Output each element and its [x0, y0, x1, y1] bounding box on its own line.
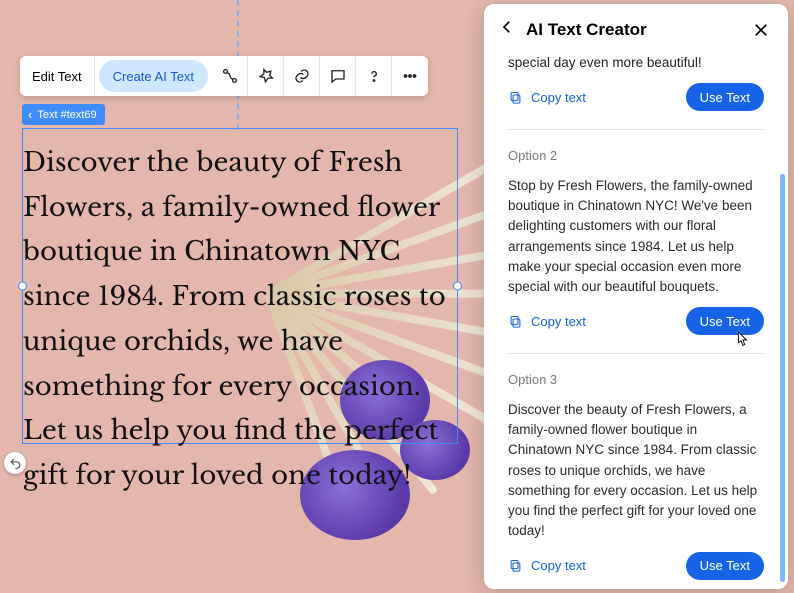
more-icon[interactable] — [392, 56, 428, 96]
panel-body[interactable]: special day even more beautiful! Copy te… — [484, 53, 788, 589]
close-icon[interactable] — [752, 21, 770, 39]
option-label: Option 2 — [508, 146, 764, 166]
divider — [508, 353, 764, 354]
use-text-button[interactable]: Use Text — [686, 83, 764, 111]
resize-handle-right[interactable] — [453, 282, 462, 291]
divider — [508, 129, 764, 130]
comment-icon[interactable] — [320, 56, 356, 96]
create-ai-text-button[interactable]: Create AI Text — [99, 60, 208, 92]
copy-label: Copy text — [531, 556, 586, 576]
copy-label: Copy text — [531, 88, 586, 108]
selection-tag[interactable]: Text #text69 — [22, 104, 105, 125]
copy-text-button[interactable]: Copy text — [508, 556, 586, 576]
link-icon[interactable] — [284, 56, 320, 96]
help-icon[interactable] — [356, 56, 392, 96]
option-3-actions: Copy text Use Text — [508, 552, 764, 580]
path-edit-icon[interactable] — [212, 56, 248, 96]
panel-scrollbar[interactable] — [780, 174, 785, 582]
element-toolbar: Edit Text Create AI Text — [20, 56, 428, 96]
ai-text-creator-panel: AI Text Creator special day even more be… — [484, 4, 788, 589]
copy-text-button[interactable]: Copy text — [508, 312, 586, 332]
edit-text-button[interactable]: Edit Text — [20, 56, 95, 96]
copy-label: Copy text — [531, 312, 586, 332]
editor-canvas[interactable]: Edit Text Create AI Text Text #text69 Di… — [0, 0, 794, 593]
undo-button[interactable] — [4, 452, 26, 474]
text-content: Discover the beauty of Fresh Flowers, a … — [23, 147, 446, 492]
animation-icon[interactable] — [248, 56, 284, 96]
resize-handle-left[interactable] — [18, 282, 27, 291]
use-text-button[interactable]: Use Text — [686, 307, 764, 335]
back-icon[interactable] — [498, 18, 516, 41]
selected-text-element[interactable]: Discover the beauty of Fresh Flowers, a … — [22, 128, 458, 444]
panel-title: AI Text Creator — [526, 20, 742, 40]
option-2-actions: Copy text Use Text — [508, 307, 764, 335]
panel-header: AI Text Creator — [484, 4, 788, 53]
option-1-actions: Copy text Use Text — [508, 83, 764, 111]
selection-tag-label: Text #text69 — [37, 109, 96, 121]
option-body: Discover the beauty of Fresh Flowers, a … — [508, 400, 764, 542]
copy-text-button[interactable]: Copy text — [508, 88, 586, 108]
option-body: Stop by Fresh Flowers, the family-owned … — [508, 176, 764, 298]
option-label: Option 3 — [508, 370, 764, 390]
use-text-button[interactable]: Use Text — [686, 552, 764, 580]
option-1-trail: special day even more beautiful! — [508, 53, 764, 73]
